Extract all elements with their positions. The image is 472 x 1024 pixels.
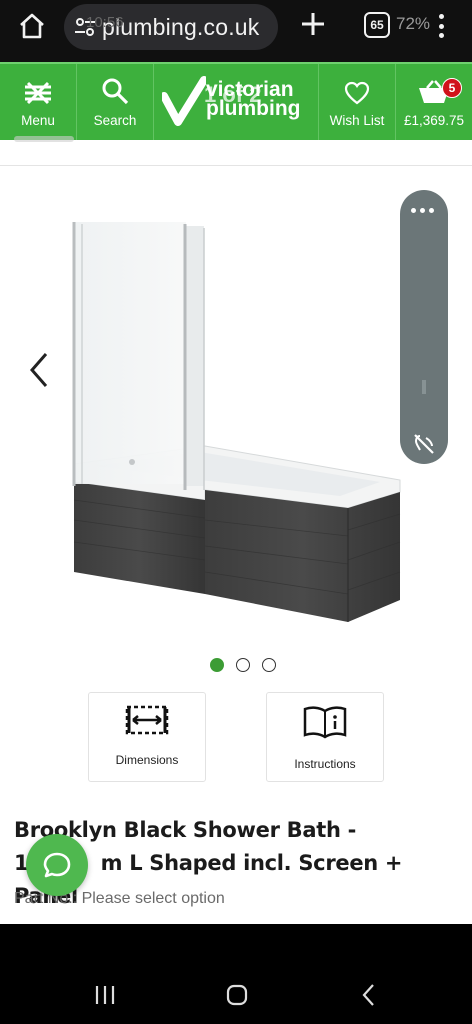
status-time-ghost: 10:56 [86, 14, 124, 31]
wishlist-label: Wish List [329, 113, 385, 128]
mute-icon[interactable] [412, 432, 436, 456]
site-header: Menu Search victorian plumbing 1 of 2 Wi… [0, 62, 472, 140]
menu-close-icon [25, 81, 51, 105]
instructions-book-icon [303, 706, 347, 739]
carousel-indicators [0, 658, 472, 674]
basket-button[interactable]: £1,369.75 [396, 64, 472, 140]
logo-check-icon [162, 76, 206, 126]
dimensions-button[interactable]: Dimensions [88, 692, 206, 782]
battery-ghost: 72% [396, 14, 431, 33]
browser-menu-icon[interactable] [432, 12, 450, 40]
live-chat-button[interactable] [26, 834, 88, 896]
search-icon [102, 78, 129, 105]
back-nav-icon[interactable] [354, 980, 384, 1010]
browser-toolbar: plumbing.co.uk 10:56 65 72% [0, 0, 472, 62]
url-text: plumbing.co.uk [102, 13, 260, 40]
basket-total: £1,369.75 [403, 113, 465, 128]
carousel-dot-3[interactable] [262, 658, 276, 672]
floating-video-toolbar[interactable] [400, 190, 448, 464]
previous-image-arrow[interactable] [26, 350, 52, 390]
wishlist-button[interactable]: Wish List [319, 64, 395, 140]
menu-button[interactable]: Menu [0, 64, 76, 140]
heart-icon [344, 81, 370, 105]
search-label: Search [93, 113, 137, 128]
carousel-dot-2[interactable] [236, 658, 250, 672]
recent-apps-icon[interactable] [90, 980, 120, 1010]
tab-switcher-button[interactable]: 65 [364, 12, 390, 38]
more-options-icon[interactable] [411, 208, 434, 213]
home-nav-icon[interactable] [222, 980, 252, 1010]
carousel-dot-1[interactable] [210, 658, 224, 672]
dimensions-icon [125, 705, 169, 735]
slide-counter-overlay: 1 of 2 [204, 82, 262, 107]
product-image-gallery[interactable] [0, 190, 472, 660]
product-title-line1: Brooklyn Black Shower Bath - [14, 818, 357, 842]
chat-bubble-icon [43, 852, 71, 878]
menu-label: Menu [21, 113, 55, 128]
instructions-label: Instructions [294, 757, 356, 771]
instructions-button[interactable]: Instructions [266, 692, 384, 782]
home-icon[interactable] [18, 12, 46, 40]
breadcrumb [0, 136, 472, 166]
system-navigation-bar [0, 924, 472, 1024]
new-tab-icon[interactable] [300, 11, 326, 37]
search-button[interactable]: Search [77, 64, 153, 140]
site-logo[interactable]: victorian plumbing 1 of 2 [160, 70, 320, 134]
dimensions-label: Dimensions [115, 753, 179, 767]
basket-count-badge: 5 [442, 78, 462, 98]
product-page: Dimensions Instructions Brooklyn Black S… [0, 136, 472, 924]
